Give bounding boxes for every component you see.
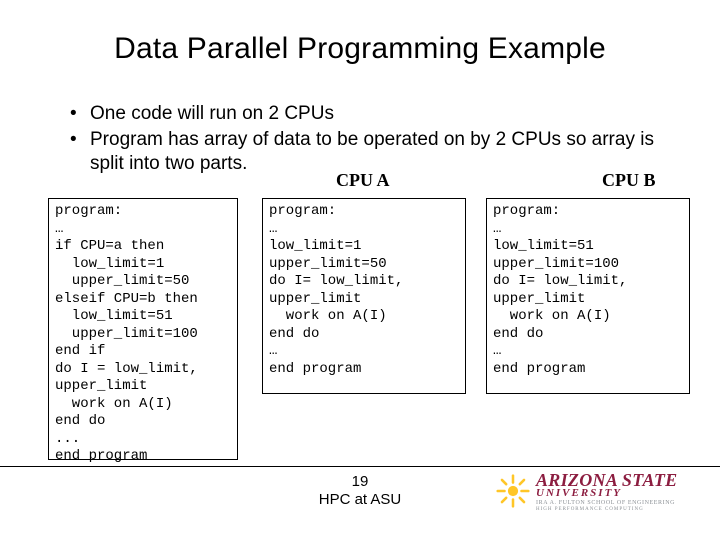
logo-text-line2: UNIVERSITY xyxy=(536,487,622,499)
asu-logo: ARIZONA STATE UNIVERSITY IRA A. FULTON S… xyxy=(496,470,690,512)
code-box-cpu-a: program: … low_limit=1 upper_limit=50 do… xyxy=(262,198,466,394)
cpu-b-label: CPU B xyxy=(602,170,656,191)
slide: Data Parallel Programming Example One co… xyxy=(0,0,720,540)
sunburst-icon xyxy=(496,474,530,508)
bullet-list: One code will run on 2 CPUs Program has … xyxy=(66,102,666,177)
code-box-cpu-b: program: … low_limit=51 upper_limit=100 … xyxy=(486,198,690,394)
logo-tagline-1: IRA A. FULTON SCHOOL OF ENGINEERING xyxy=(536,500,675,506)
code-box-main: program: … if CPU=a then low_limit=1 upp… xyxy=(48,198,238,460)
logo-tagline-2: HIGH PERFORMANCE COMPUTING xyxy=(536,507,644,512)
bullet-item: One code will run on 2 CPUs xyxy=(66,102,666,126)
bullet-item: Program has array of data to be operated… xyxy=(66,128,666,176)
footer-divider xyxy=(0,466,720,467)
cpu-a-label: CPU A xyxy=(336,170,390,191)
slide-title: Data Parallel Programming Example xyxy=(0,32,720,66)
